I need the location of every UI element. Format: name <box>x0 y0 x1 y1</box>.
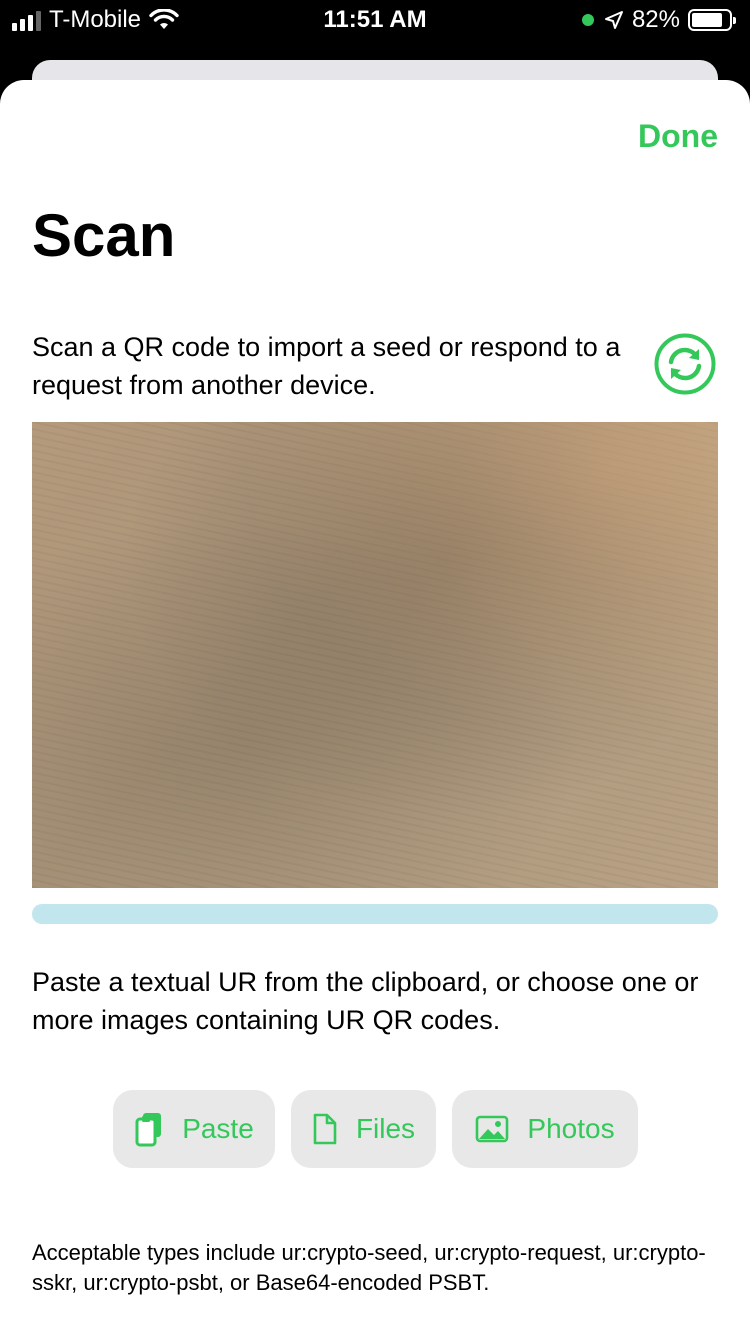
camera-preview <box>32 422 718 888</box>
photos-button-label: Photos <box>527 1113 615 1144</box>
paste-instructions: Paste a textual UR from the clipboard, o… <box>32 967 699 1035</box>
done-button[interactable]: Done <box>638 118 718 155</box>
scan-progress-fill <box>32 904 718 924</box>
scan-sheet: Done Scan Scan a QR code to import a see… <box>0 80 750 1334</box>
battery-nub <box>733 17 736 24</box>
acceptable-types-text: Acceptable types include ur:crypto-seed,… <box>32 1240 706 1295</box>
scan-progress-bar <box>32 904 718 924</box>
photo-icon <box>476 1115 509 1143</box>
page-title: Scan <box>32 202 176 269</box>
location-arrow-icon <box>604 11 623 29</box>
battery-icon <box>688 9 736 31</box>
battery-fill <box>692 13 722 27</box>
scan-intro-text: Scan a QR code to import a seed or respo… <box>32 332 621 400</box>
paste-button[interactable]: Paste <box>113 1090 275 1168</box>
document-icon <box>313 1113 337 1145</box>
paste-button-label: Paste <box>182 1113 254 1144</box>
clipboard-icon <box>135 1113 162 1147</box>
camera-in-use-indicator <box>581 14 594 26</box>
photos-button[interactable]: Photos <box>452 1090 638 1168</box>
status-right: 82% <box>581 6 736 34</box>
battery-percent: 82% <box>631 6 680 33</box>
files-button[interactable]: Files <box>291 1090 436 1168</box>
switch-camera-icon[interactable] <box>654 333 716 395</box>
files-button-label: Files <box>355 1113 416 1144</box>
status-bar: T-Mobile 11:51 AM 82% <box>0 0 750 40</box>
